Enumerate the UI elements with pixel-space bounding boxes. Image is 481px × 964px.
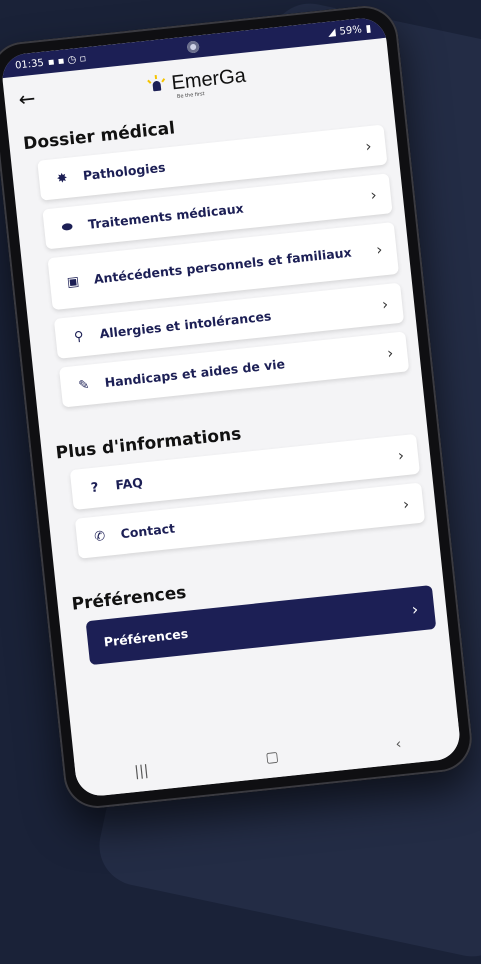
preferences-button-label: Préférences: [103, 625, 189, 650]
menu-item-label: Traitements médicaux: [87, 200, 245, 232]
app-logo: EmerGa Be the first: [147, 64, 247, 99]
clipboard-icon: ▣: [66, 273, 80, 290]
chevron-right-icon: ›: [364, 136, 373, 156]
chevron-right-icon: ›: [410, 599, 420, 619]
siren-icon: [147, 74, 167, 95]
pills-icon: ⬬: [60, 219, 74, 236]
menu-item-label: Handicaps et aides de vie: [103, 356, 286, 391]
back-arrow-icon[interactable]: ←: [17, 85, 43, 112]
status-time: 01:35: [14, 57, 45, 72]
chevron-right-icon: ›: [369, 185, 378, 205]
settings-content: Dossier médical ✸ Pathologies › ⬬ Traite…: [7, 83, 448, 667]
phone-screen: 01:35 ▪ ▪ ◷ ▫ ◢ 59% ▮ ← EmerGa Be the fi…: [0, 15, 462, 799]
question-icon: ?: [90, 479, 100, 496]
battery-icon: ▮: [365, 22, 372, 35]
menu-item-label: Allergies et intolérances: [98, 308, 273, 342]
menu-item-label: FAQ: [114, 474, 144, 493]
accessibility-icon: ✎: [77, 377, 91, 394]
chevron-right-icon: ›: [397, 446, 405, 465]
chevron-right-icon: ›: [386, 343, 395, 363]
menu-item-label: Pathologies: [82, 159, 167, 184]
home-icon[interactable]: ▢: [265, 749, 280, 766]
phone-frame: 01:35 ▪ ▪ ◷ ▫ ◢ 59% ▮ ← EmerGa Be the fi…: [0, 2, 476, 812]
chevron-right-icon: ›: [381, 295, 390, 314]
phone-icon: ✆: [93, 528, 107, 545]
signal-icon: ◢: [327, 26, 337, 39]
battery-level: 59%: [339, 23, 363, 38]
menu-item-label: Antécédents personnels et familiaux: [93, 244, 353, 287]
menu-item-label: Contact: [119, 520, 176, 542]
phone-mockup: 01:35 ▪ ▪ ◷ ▫ ◢ 59% ▮ ← EmerGa Be the fi…: [0, 2, 476, 812]
notification-icon: ▪ ▪ ◷ ▫: [47, 52, 87, 68]
back-nav-icon[interactable]: ‹: [395, 736, 402, 752]
chevron-right-icon: ›: [402, 494, 411, 514]
allergy-icon: ⚲: [73, 328, 85, 345]
app-name: EmerGa: [170, 64, 247, 94]
recent-apps-icon[interactable]: |||: [134, 763, 150, 780]
chevron-right-icon: ›: [375, 240, 384, 259]
virus-icon: ✸: [55, 170, 69, 187]
